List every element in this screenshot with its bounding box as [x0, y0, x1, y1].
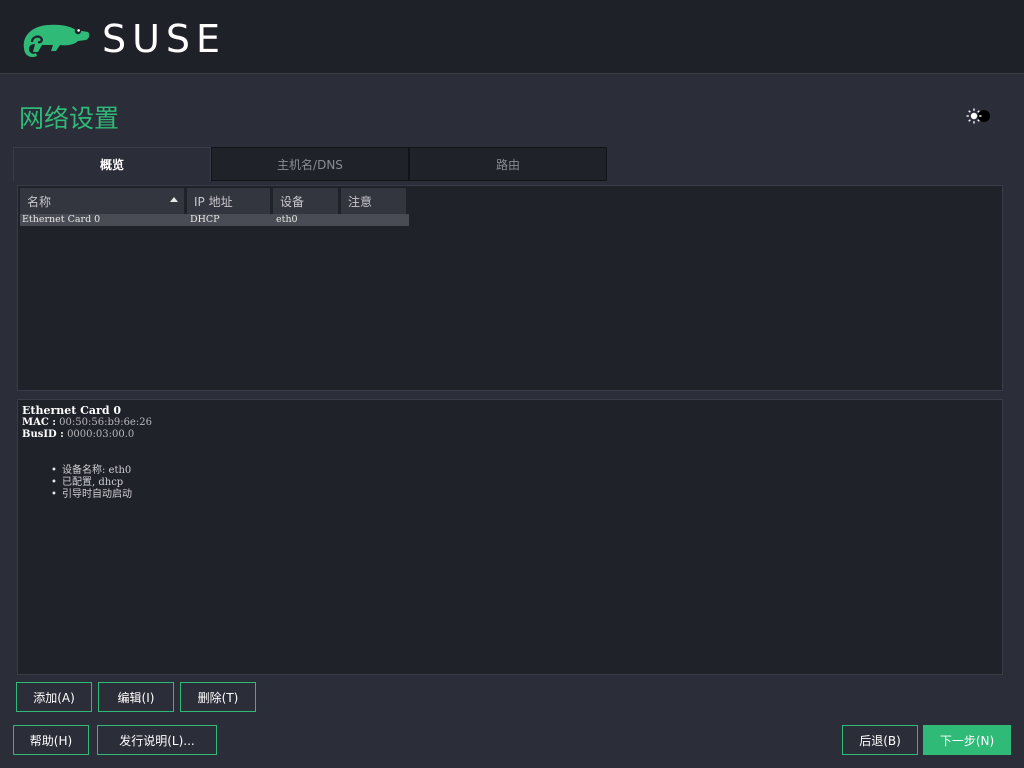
mac-label: MAC : — [22, 417, 56, 428]
back-button[interactable]: 后退(B) — [842, 725, 918, 755]
tab-overview[interactable]: 概览 — [13, 147, 211, 181]
suse-logo: SUSE — [20, 18, 226, 60]
table-row[interactable]: Ethernet Card 0 DHCP eth0 — [20, 214, 409, 226]
table-header: 名称 IP 地址 设备 注意 — [20, 188, 409, 214]
cell-ip: DHCP — [190, 214, 220, 225]
delete-button[interactable]: 删除(T) — [180, 682, 256, 712]
tab-routing[interactable]: 路由 — [409, 147, 607, 181]
network-card-table: 名称 IP 地址 设备 注意 Ethernet Card 0 DHCP eth0 — [17, 185, 1003, 391]
next-button[interactable]: 下一步(N) — [923, 725, 1011, 755]
tab-bar: 概览 主机名/DNS 路由 — [13, 147, 607, 181]
theme-toggle[interactable] — [965, 107, 991, 125]
sort-ascending-icon — [170, 197, 178, 202]
sun-moon-icon — [966, 108, 990, 124]
brand-name: SUSE — [102, 17, 227, 61]
column-header-note[interactable]: 注意 — [341, 188, 406, 214]
top-bar: SUSE — [0, 0, 1024, 74]
busid-label: BusID : — [22, 429, 64, 440]
card-details: Ethernet Card 0 MAC : 00:50:56:b9:6e:26 … — [17, 399, 1003, 675]
column-label: 名称 — [27, 194, 52, 209]
list-item: 已配置, dhcp — [51, 477, 998, 489]
list-item: 引导时自动启动 — [51, 489, 998, 501]
busid-value: 0000:03:00.0 — [67, 429, 135, 440]
chameleon-icon — [23, 24, 90, 58]
cell-name: Ethernet Card 0 — [22, 214, 101, 225]
edit-button[interactable]: 编辑(I) — [98, 682, 174, 712]
column-header-ip[interactable]: IP 地址 — [187, 188, 270, 214]
column-header-device[interactable]: 设备 — [273, 188, 338, 214]
tab-hostname-dns[interactable]: 主机名/DNS — [211, 147, 409, 181]
cell-device: eth0 — [276, 214, 298, 225]
page-title: 网络设置 — [19, 104, 120, 133]
mac-line: MAC : 00:50:56:b9:6e:26 — [22, 417, 998, 429]
busid-line: BusID : 0000:03:00.0 — [22, 429, 998, 441]
help-button[interactable]: 帮助(H) — [13, 725, 89, 755]
details-list: 设备名称: eth0 已配置, dhcp 引导时自动启动 — [51, 465, 998, 501]
list-item: 设备名称: eth0 — [51, 465, 998, 477]
details-title: Ethernet Card 0 — [22, 404, 122, 417]
mac-value: 00:50:56:b9:6e:26 — [59, 417, 152, 428]
column-header-name[interactable]: 名称 — [20, 188, 184, 214]
release-notes-button[interactable]: 发行说明(L)... — [97, 725, 217, 755]
add-button[interactable]: 添加(A) — [16, 682, 92, 712]
